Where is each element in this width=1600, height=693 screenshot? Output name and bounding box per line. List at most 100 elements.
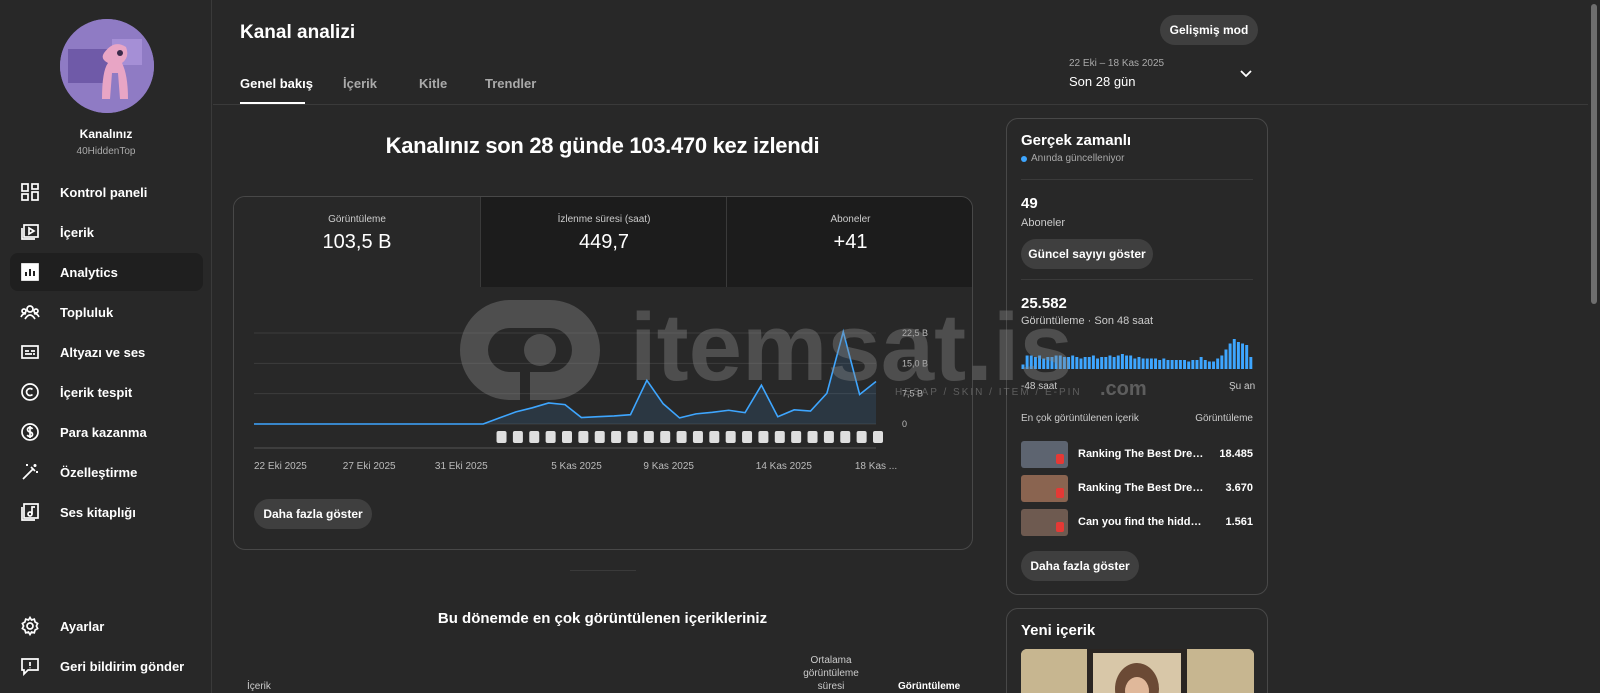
shorts-marker-icon (594, 431, 605, 443)
sidebar-item-label: İçerik tespit (60, 384, 133, 400)
chevron-down-icon[interactable] (1238, 66, 1254, 82)
metric-views[interactable]: Görüntüleme 103,5 B (234, 197, 480, 287)
realtime-bar (1154, 358, 1158, 369)
divider (570, 570, 636, 571)
realtime-bar (1021, 364, 1025, 369)
list-item[interactable]: Ranking The Best Dress… 18.485 (1021, 441, 1253, 469)
scrollbar[interactable] (1588, 0, 1600, 693)
channel-handle: 40HiddenTop (76, 146, 136, 157)
sidebar-item-feedback[interactable]: Geri bildirim gönder (10, 647, 203, 685)
date-label[interactable]: Son 28 gün (1069, 74, 1136, 89)
realtime-subtitle: Anında güncelleniyor (1021, 153, 1124, 164)
show-more-button[interactable]: Daha fazla göster (254, 499, 372, 529)
shorts-marker-icon (627, 431, 638, 443)
shorts-marker-icon (791, 431, 802, 443)
sidebar-item-community[interactable]: Topluluk (10, 293, 203, 331)
magic-wand-icon (20, 462, 40, 482)
sidebar-item-dashboard[interactable]: Kontrol paneli (10, 173, 203, 211)
realtime-bar (1249, 357, 1253, 369)
sidebar-item-content[interactable]: İçerik (10, 213, 203, 251)
chart-x-tick: 18 Kas ... (855, 461, 897, 472)
show-more-button[interactable]: Daha fazla göster (1021, 551, 1139, 581)
shorts-icon (1056, 454, 1064, 464)
realtime-bar (1038, 355, 1042, 369)
sidebar-item-settings[interactable]: Ayarlar (10, 607, 203, 645)
realtime-bar (1058, 355, 1062, 369)
sidebar-item-label: Geri bildirim gönder (60, 658, 185, 674)
metric-value: 449,7 (578, 231, 630, 253)
column-header-avg-duration[interactable]: Ortalama görüntüleme süresi (795, 654, 867, 693)
video-thumbnail[interactable] (1021, 649, 1254, 693)
tab-trends[interactable]: Trendler (485, 76, 536, 91)
realtime-bar (1029, 355, 1033, 369)
show-current-count-button[interactable]: Güncel sayıyı göster (1021, 239, 1153, 269)
shorts-marker-icon (660, 431, 671, 443)
column-header-content: İçerik (247, 681, 271, 692)
chart-x-tick: 22 Eki 2025 (254, 461, 307, 472)
tab-content[interactable]: İçerik (343, 76, 377, 91)
video-thumbnail (1021, 475, 1068, 502)
metric-subscribers[interactable]: Aboneler +41 (727, 197, 972, 287)
sidebar-item-subtitles[interactable]: Altyazı ve ses (10, 333, 203, 371)
shorts-icon (1056, 488, 1064, 498)
shorts-marker-icon (692, 431, 703, 443)
sidebar-item-audio-library[interactable]: Ses kitaplığı (10, 493, 203, 531)
realtime-bar (1141, 358, 1145, 369)
date-range[interactable]: 22 Eki – 18 Kas 2025 (1069, 58, 1164, 69)
realtime-bar (1075, 357, 1079, 369)
sidebar-item-customization[interactable]: Özelleştirme (10, 453, 203, 491)
shorts-marker-icon (742, 431, 753, 443)
chart-y-tick: 7,5 B (902, 389, 923, 399)
realtime-bar (1187, 361, 1191, 369)
realtime-bar (1174, 360, 1178, 369)
list-item[interactable]: Ranking The Best Dress … 3.670 (1021, 475, 1253, 503)
chart-y-tick: 0 (902, 419, 907, 429)
sidebar-item-label: İçerik (60, 224, 94, 240)
scrollbar-thumb[interactable] (1591, 4, 1597, 304)
realtime-bar (1112, 357, 1116, 369)
new-content-card: Yeni içerik (1006, 608, 1268, 693)
realtime-bar (1158, 360, 1162, 369)
chart-y-tick: 22,5 B (902, 328, 928, 338)
chart-area (254, 331, 876, 424)
shorts-marker-icon (774, 431, 785, 443)
realtime-bar (1116, 355, 1120, 369)
realtime-bar (1054, 355, 1058, 369)
realtime-bar (1207, 361, 1211, 369)
realtime-bar (1224, 349, 1228, 369)
tab-overview[interactable]: Genel bakış (240, 76, 313, 91)
realtime-bar (1067, 357, 1071, 369)
realtime-bar (1166, 360, 1170, 369)
shorts-marker-icon (529, 431, 540, 443)
shorts-marker-icon (873, 431, 883, 443)
channel-avatar[interactable] (60, 19, 154, 113)
realtime-subtitle-text: Anında güncelleniyor (1031, 153, 1125, 164)
shorts-marker-icon (856, 431, 867, 443)
video-thumbnail (1021, 509, 1068, 536)
realtime-bar (1145, 358, 1149, 369)
sidebar-item-analytics[interactable]: Analytics (10, 253, 203, 291)
analytics-icon (20, 262, 40, 282)
metric-title: Görüntüleme (328, 214, 386, 225)
sidebar-item-copyright[interactable]: İçerik tespit (10, 373, 203, 411)
metric-watch-time[interactable]: İzlenme süresi (saat) 449,7 (481, 197, 727, 287)
realtime-bar (1203, 360, 1207, 369)
app-root: Kanalınız 40HiddenTop Kontrol paneli İçe… (0, 0, 1600, 693)
realtime-bar (1071, 355, 1075, 369)
realtime-bar (1091, 355, 1095, 369)
chart-x-tick: 27 Eki 2025 (343, 461, 396, 472)
realtime-bar (1216, 358, 1220, 369)
tab-audience[interactable]: Kitle (419, 76, 447, 91)
advanced-mode-button[interactable]: Gelişmiş mod (1160, 15, 1258, 45)
shorts-marker-icon (758, 431, 769, 443)
subscribers-label: Aboneler (1021, 217, 1066, 229)
shorts-marker-icon (562, 431, 572, 443)
list-item[interactable]: Can you find the hidden e… 1.561 (1021, 509, 1253, 537)
feedback-icon (20, 656, 40, 676)
sidebar-item-monetization[interactable]: Para kazanma (10, 413, 203, 451)
column-header-views[interactable]: Görüntüleme (898, 681, 960, 692)
chart-y-tick: 15,0 B (902, 358, 928, 368)
shorts-marker-icon (709, 431, 720, 443)
page-title: Kanal analizi (240, 22, 356, 43)
realtime-bar (1046, 357, 1050, 369)
